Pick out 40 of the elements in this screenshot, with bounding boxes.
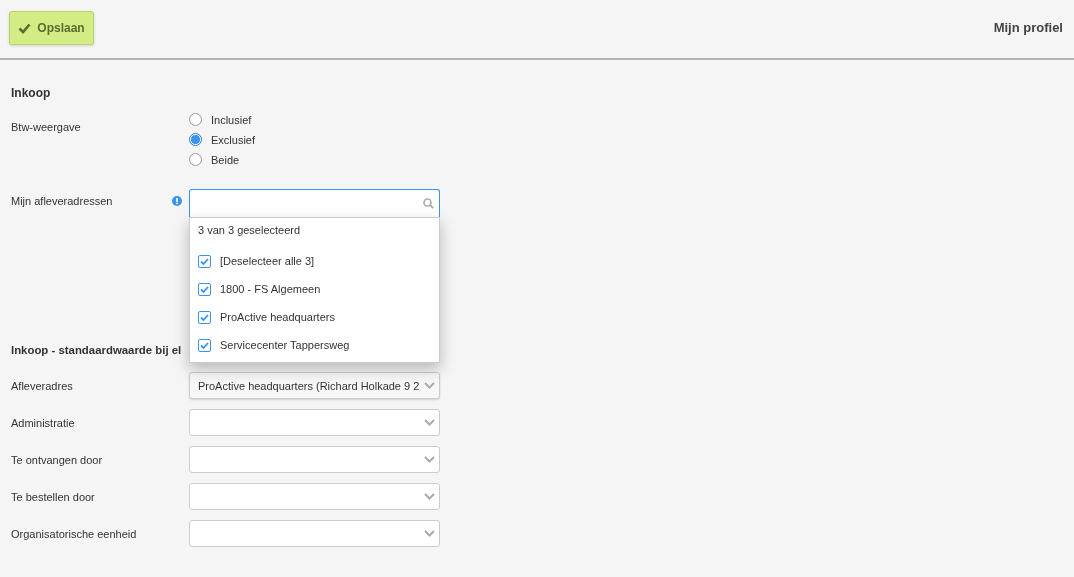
field-label: Mijn afleveradressen [11, 195, 113, 207]
checkbox-option[interactable]: ProActive headquarters [190, 303, 439, 331]
radio-button[interactable] [189, 113, 202, 126]
checkmark-icon [18, 22, 32, 34]
checkbox[interactable] [198, 254, 211, 268]
checkbox-option[interactable]: [Deselecteer alle 3] [190, 247, 439, 275]
field-label: Afleveradres [11, 379, 74, 392]
radio-option[interactable]: Beide [189, 153, 440, 166]
checkbox-option[interactable]: Servicecenter Tappersweg [190, 331, 439, 359]
chevron-down-icon [424, 382, 435, 389]
field-label: Administratie [11, 416, 76, 429]
select-field[interactable] [189, 409, 440, 436]
radio-button[interactable] [189, 153, 202, 166]
radio-button[interactable] [189, 133, 202, 146]
field-label: Btw-weergave [11, 121, 82, 133]
field-label: Te bestellen door [11, 490, 96, 503]
select-field[interactable] [189, 483, 440, 510]
chevron-down-icon [424, 493, 435, 500]
search-icon [423, 198, 434, 209]
select-field[interactable] [189, 446, 440, 473]
checkbox-option[interactable]: 1800 - FS Algemeen [190, 275, 439, 303]
checkbox[interactable] [198, 282, 211, 296]
selection-count: 3 van 3 geselecteerd [197, 224, 302, 236]
info-icon[interactable] [172, 196, 182, 206]
page-title: Mijn profiel [993, 19, 1063, 35]
chevron-down-icon [424, 419, 435, 426]
section-heading: Inkoop [11, 86, 51, 100]
save-button[interactable]: Opslaan [9, 11, 94, 45]
checkbox[interactable] [198, 310, 211, 324]
select-field[interactable] [189, 520, 440, 547]
search-field[interactable] [189, 189, 440, 217]
field-label: Te ontvangen door [11, 453, 104, 466]
select-field[interactable]: ProActive headquarters (Richard Holkade 9 2 [189, 372, 440, 399]
section-heading: Inkoop - standaardwaarde bij el [11, 344, 182, 356]
chevron-down-icon [424, 530, 435, 537]
radio-option[interactable]: Exclusief [189, 133, 440, 146]
checkbox[interactable] [198, 338, 211, 352]
radio-option[interactable]: Inclusief [189, 113, 440, 126]
field-label: Organisatorische eenheid [11, 527, 138, 540]
chevron-down-icon [424, 456, 435, 463]
